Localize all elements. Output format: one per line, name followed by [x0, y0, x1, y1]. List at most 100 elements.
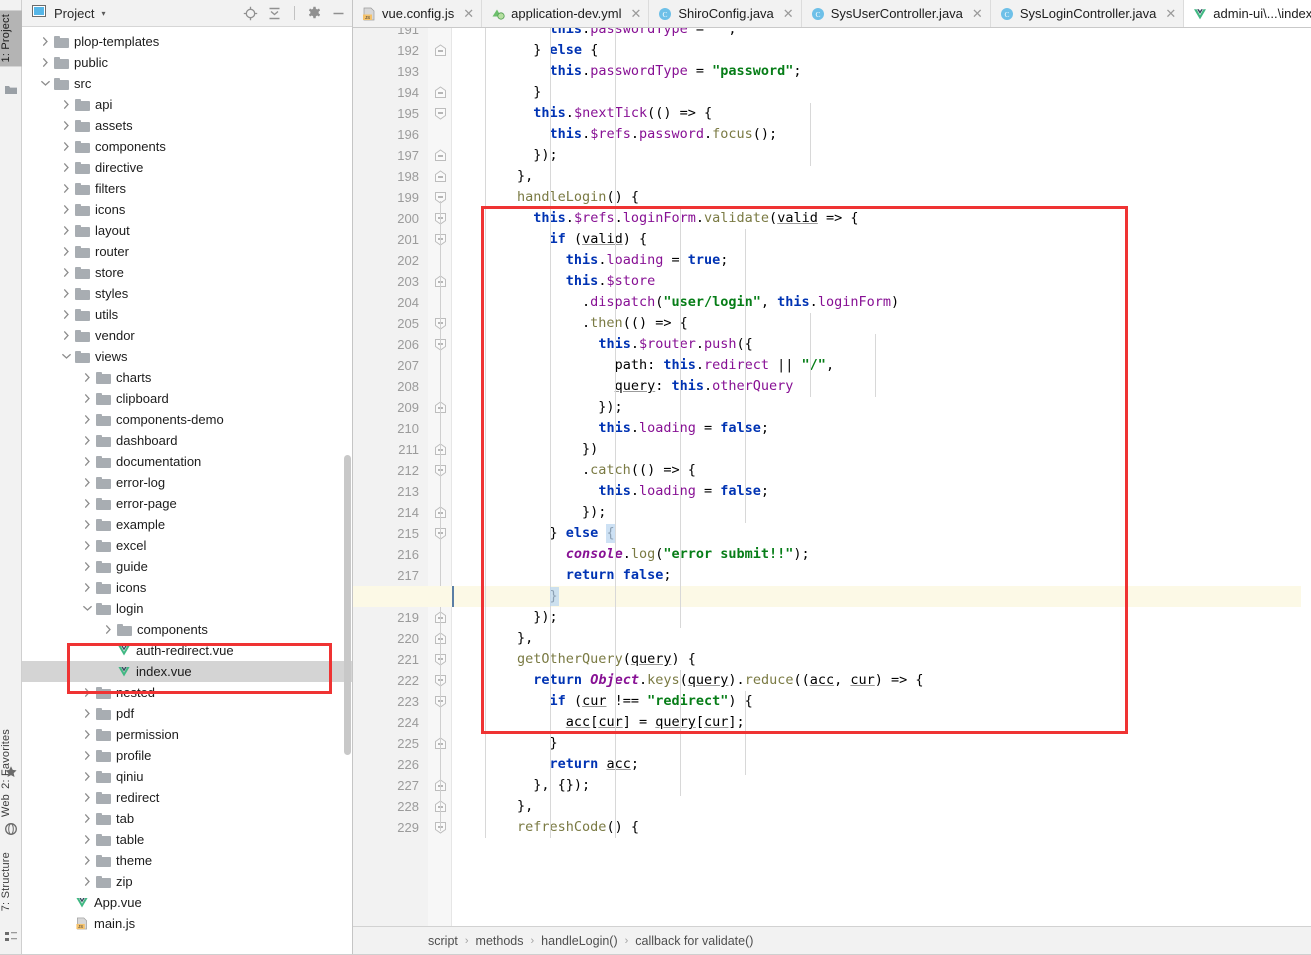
- close-icon[interactable]: ✕: [630, 6, 641, 22]
- editor-tab[interactable]: admin-ui\...\index.vue✕: [1184, 0, 1311, 27]
- tree-file-row[interactable]: index.vue: [22, 661, 352, 682]
- code-line[interactable]: .then(() => {: [452, 313, 688, 334]
- tree-folder-row[interactable]: permission: [22, 724, 352, 745]
- code-line[interactable]: query: this.otherQuery: [452, 376, 794, 397]
- code-line[interactable]: });: [452, 145, 557, 166]
- tree-folder-row[interactable]: components: [22, 136, 352, 157]
- code-line[interactable]: .dispatch("user/login", this.loginForm): [452, 292, 899, 313]
- code-line[interactable]: this.$refs.loginForm.validate(valid => {: [452, 208, 858, 229]
- editor-tab[interactable]: C SysUserController.java ✕: [801, 0, 991, 27]
- tree-folder-row[interactable]: theme: [22, 850, 352, 871]
- breadcrumb-item[interactable]: callback for validate(): [635, 934, 753, 948]
- code-line[interactable]: } else {: [452, 523, 615, 544]
- tree-folder-row[interactable]: components-demo: [22, 409, 352, 430]
- breadcrumb-item[interactable]: script: [428, 934, 458, 948]
- code-line[interactable]: } else {: [452, 40, 598, 61]
- code-line[interactable]: return acc;: [452, 754, 639, 775]
- tree-folder-row[interactable]: src: [22, 73, 352, 94]
- chevron-right-icon[interactable]: [82, 813, 93, 824]
- tree-folder-row[interactable]: clipboard: [22, 388, 352, 409]
- chevron-right-icon[interactable]: [61, 246, 72, 257]
- chevron-right-icon[interactable]: [82, 456, 93, 467]
- tree-folder-row[interactable]: login: [22, 598, 352, 619]
- chevron-right-icon[interactable]: [82, 729, 93, 740]
- chevron-right-icon[interactable]: [82, 435, 93, 446]
- breadcrumb[interactable]: script › methods › handleLogin() › callback fo…: [353, 926, 1311, 955]
- chevron-down-icon[interactable]: [61, 351, 72, 362]
- locate-target-icon[interactable]: [243, 6, 258, 21]
- tree-folder-row[interactable]: layout: [22, 220, 352, 241]
- chevron-right-icon[interactable]: [61, 288, 72, 299]
- chevron-right-icon[interactable]: [82, 708, 93, 719]
- code-fold-marker[interactable]: [434, 170, 447, 183]
- tree-folder-row[interactable]: styles: [22, 283, 352, 304]
- code-fold-marker[interactable]: [434, 107, 447, 120]
- tree-folder-row[interactable]: dashboard: [22, 430, 352, 451]
- breadcrumb-item[interactable]: methods: [476, 934, 524, 948]
- chevron-right-icon[interactable]: [82, 540, 93, 551]
- code-line[interactable]: },: [452, 628, 533, 649]
- code-line[interactable]: refreshCode() {: [452, 817, 639, 838]
- code-line[interactable]: }: [452, 733, 558, 754]
- code-line[interactable]: path: this.redirect || "/",: [452, 355, 835, 376]
- close-icon[interactable]: ✕: [972, 6, 983, 22]
- code-line[interactable]: this.loading = false;: [452, 481, 769, 502]
- tree-folder-row[interactable]: excel: [22, 535, 352, 556]
- code-line[interactable]: this.loading = true;: [452, 250, 729, 271]
- chevron-right-icon[interactable]: [103, 624, 114, 635]
- tree-folder-row[interactable]: nested: [22, 682, 352, 703]
- chevron-right-icon[interactable]: [61, 162, 72, 173]
- editor-code-area[interactable]: this.passwordType = ""; } else { this.pa…: [452, 28, 1311, 926]
- code-line[interactable]: if (cur !== "redirect") {: [452, 691, 753, 712]
- code-line[interactable]: getOtherQuery(query) {: [452, 649, 696, 670]
- code-line[interactable]: this.$nextTick(() => {: [452, 103, 712, 124]
- chevron-down-icon[interactable]: ▾: [101, 9, 105, 18]
- chevron-right-icon[interactable]: [40, 36, 51, 47]
- code-line[interactable]: this.$store: [452, 271, 655, 292]
- tree-folder-row[interactable]: plop-templates: [22, 31, 352, 52]
- settings-gear-icon[interactable]: [307, 6, 322, 21]
- code-line[interactable]: console.log("error submit!!");: [452, 544, 810, 565]
- editor-tab-bar[interactable]: JS vue.config.js ✕ application-dev.yml ✕ C Shi…: [353, 0, 1311, 28]
- code-line[interactable]: },: [452, 166, 533, 187]
- tree-folder-row[interactable]: filters: [22, 178, 352, 199]
- tree-folder-row[interactable]: guide: [22, 556, 352, 577]
- tree-folder-row[interactable]: assets: [22, 115, 352, 136]
- tree-folder-row[interactable]: example: [22, 514, 352, 535]
- tree-folder-row[interactable]: vendor: [22, 325, 352, 346]
- code-line[interactable]: this.passwordType = "";: [452, 28, 737, 40]
- minimize-icon[interactable]: [331, 6, 346, 21]
- chevron-right-icon[interactable]: [82, 477, 93, 488]
- editor-tab[interactable]: application-dev.yml ✕: [482, 0, 650, 27]
- code-line[interactable]: }: [452, 82, 541, 103]
- code-line[interactable]: });: [452, 397, 622, 418]
- chevron-right-icon[interactable]: [82, 792, 93, 803]
- code-line[interactable]: }: [452, 586, 558, 607]
- tree-folder-row[interactable]: views: [22, 346, 352, 367]
- chevron-right-icon[interactable]: [82, 498, 93, 509]
- tree-folder-row[interactable]: redirect: [22, 787, 352, 808]
- chevron-down-icon[interactable]: [82, 603, 93, 614]
- chevron-down-icon[interactable]: [40, 78, 51, 89]
- chevron-right-icon[interactable]: [61, 183, 72, 194]
- code-line[interactable]: handleLogin() {: [452, 187, 639, 208]
- chevron-right-icon[interactable]: [61, 225, 72, 236]
- tree-folder-row[interactable]: api: [22, 94, 352, 115]
- tree-folder-row[interactable]: components: [22, 619, 352, 640]
- tree-folder-row[interactable]: error-log: [22, 472, 352, 493]
- tree-file-row[interactable]: JS main.js: [22, 913, 352, 934]
- code-editor[interactable]: 191 192 193 194 195 196 197 198 199 200 201 202 203 2…: [353, 28, 1311, 926]
- tool-tab-project[interactable]: 1: Project: [0, 10, 22, 67]
- tree-folder-row[interactable]: directive: [22, 157, 352, 178]
- tree-folder-row[interactable]: documentation: [22, 451, 352, 472]
- chevron-right-icon[interactable]: [61, 330, 72, 341]
- tree-folder-row[interactable]: qiniu: [22, 766, 352, 787]
- code-line[interactable]: });: [452, 607, 557, 628]
- code-line[interactable]: return Object.keys(query).reduce((acc, c…: [452, 670, 923, 691]
- chevron-right-icon[interactable]: [82, 414, 93, 425]
- chevron-right-icon[interactable]: [82, 582, 93, 593]
- chevron-right-icon[interactable]: [61, 309, 72, 320]
- chevron-right-icon[interactable]: [82, 561, 93, 572]
- editor-tab[interactable]: C ShiroConfig.java ✕: [649, 0, 802, 27]
- breadcrumb-item[interactable]: handleLogin(): [541, 934, 617, 948]
